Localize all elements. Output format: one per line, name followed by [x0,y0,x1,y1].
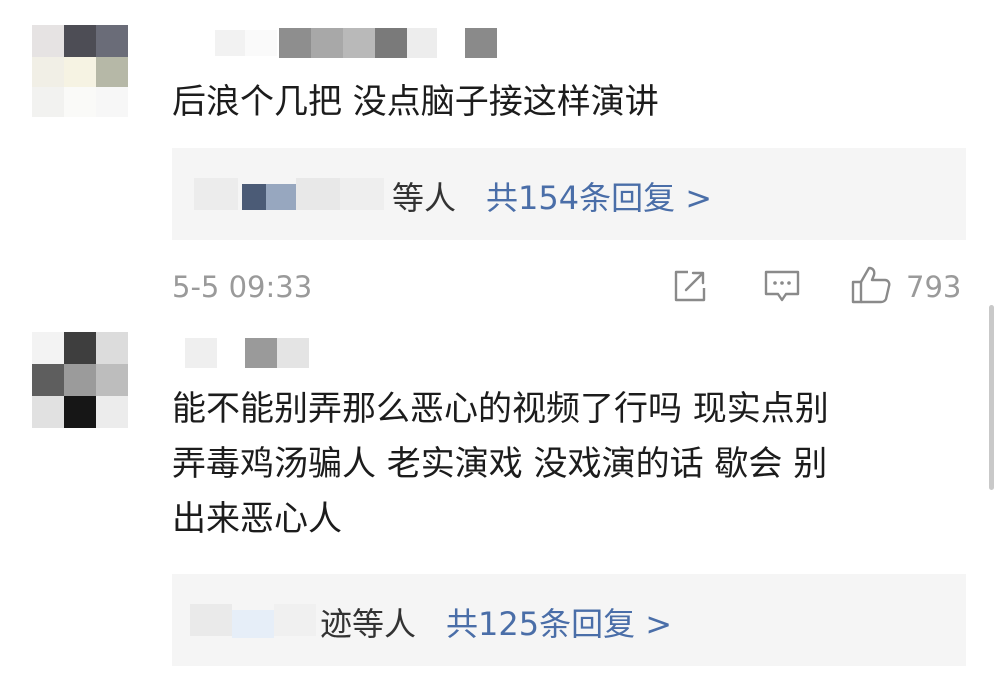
reply-usernames [194,176,390,212]
avatar[interactable] [32,332,128,428]
like-count: 793 [906,270,962,304]
username[interactable] [215,26,500,58]
reply-count-link[interactable]: 共125条回复 > [446,599,672,645]
share-icon[interactable] [672,268,708,304]
username[interactable] [185,336,325,368]
reply-preview-box[interactable]: 迹等人 共125条回复 > [172,574,966,666]
reply-names-suffix: 迹等人 [320,605,417,643]
comment-text-line: 出来恶心人 [172,499,342,539]
reply-count-link[interactable]: 共154条回复 > [486,173,712,219]
comment-text: 后浪个几把 没点脑子接这样演讲 [172,76,659,129]
reply-preview-box[interactable]: 等人 共154条回复 > [172,148,966,240]
reply-names-suffix: 等人 [392,179,457,217]
comment-text-line: 能不能别弄那么恶心的视频了行吗 现实点别 [172,389,829,429]
comment-icon[interactable] [762,268,802,306]
avatar[interactable] [32,25,128,117]
comment-text-line: 后浪个几把 没点脑子接这样演讲 [172,82,659,122]
comment-text-line: 弄毒鸡汤骗人 老实演戏 没戏演的话 歇会 别 [172,444,828,484]
scrollbar[interactable] [989,305,994,490]
thumbs-up-icon[interactable] [850,264,892,306]
timestamp: 5-5 09:33 [172,270,313,304]
comment-text: 能不能别弄那么恶心的视频了行吗 现实点别 弄毒鸡汤骗人 老实演戏 没戏演的话 歇… [172,383,829,546]
reply-usernames [190,602,320,638]
